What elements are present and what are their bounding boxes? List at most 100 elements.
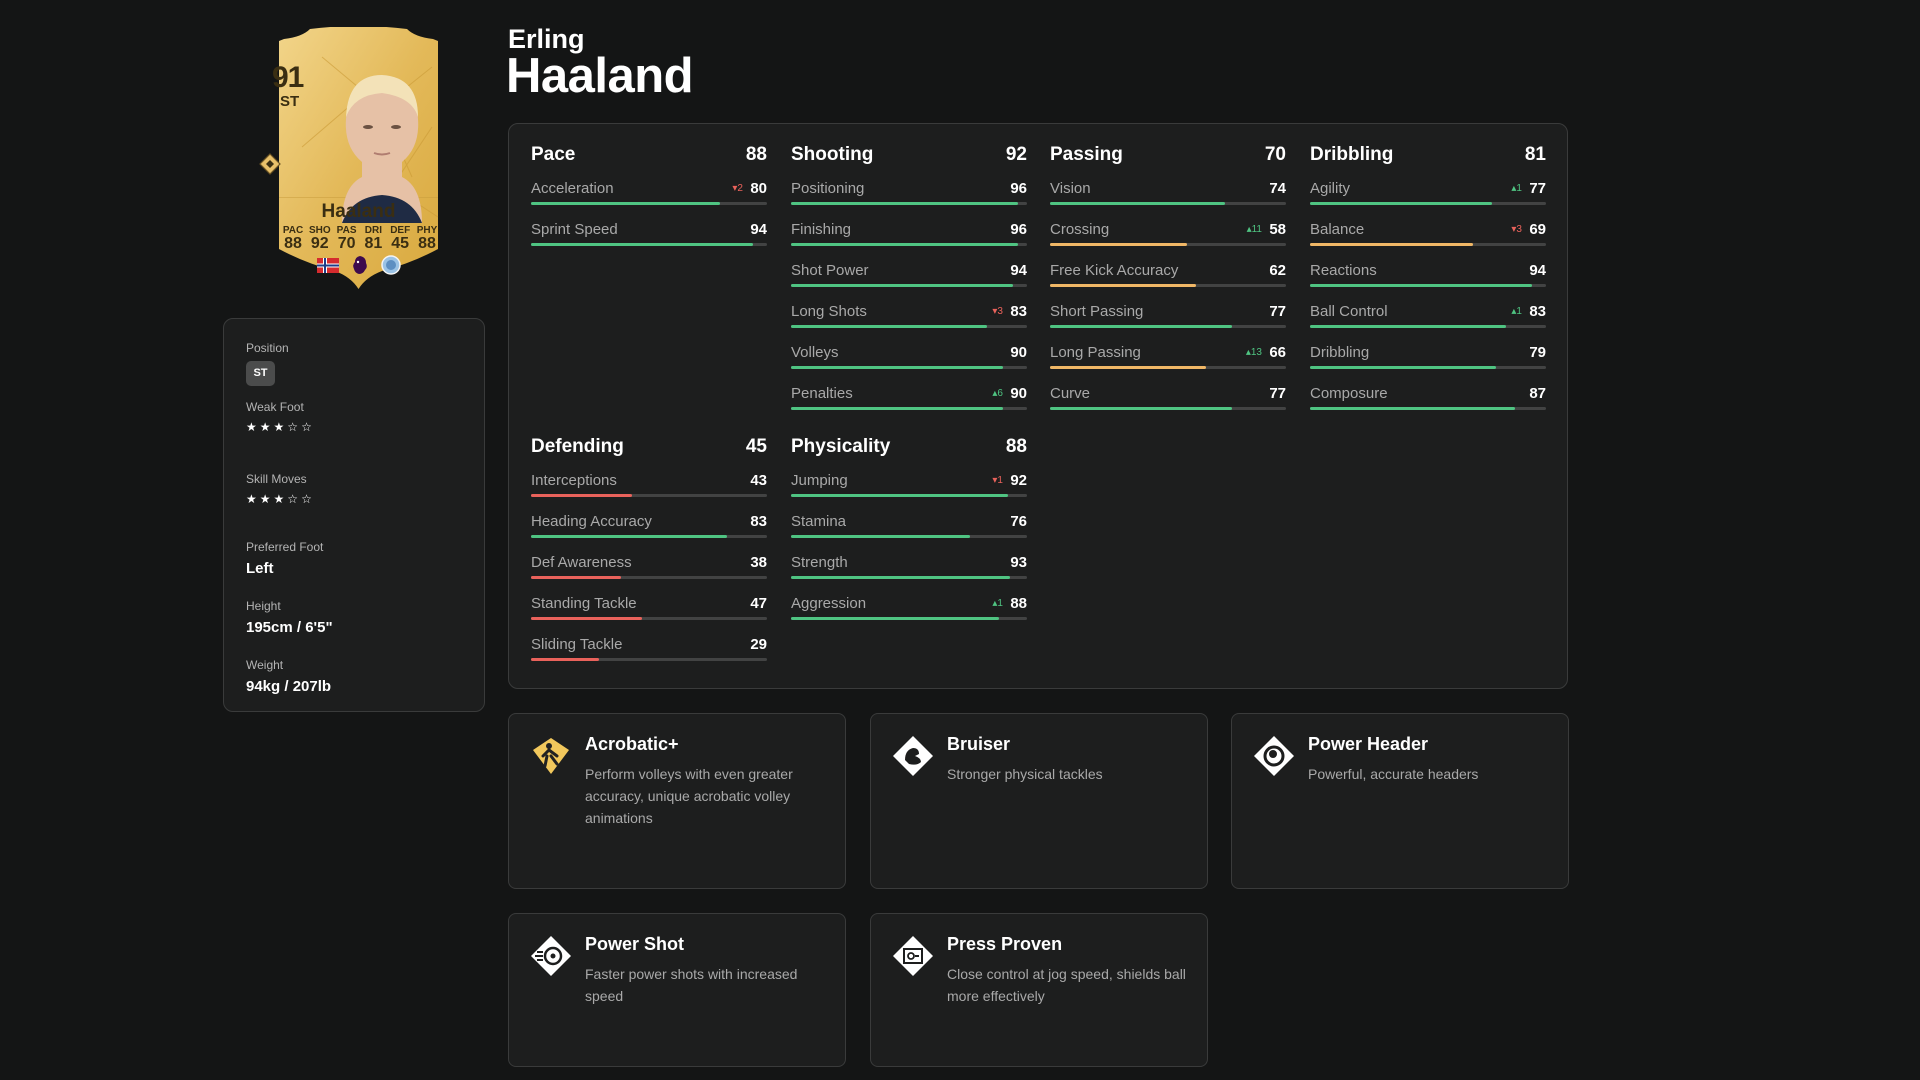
stat-bar-fill bbox=[1050, 366, 1206, 369]
stat-row: Balance 69 ▾3 bbox=[1310, 219, 1546, 260]
stat-name: Long Shots bbox=[791, 303, 867, 320]
stat-name: Short Passing bbox=[1050, 303, 1144, 320]
stat-bar-fill bbox=[791, 284, 1013, 287]
stat-bar bbox=[791, 325, 1027, 328]
stat-bar bbox=[1050, 407, 1286, 410]
star-empty-icon: ☆ bbox=[301, 492, 312, 506]
stat-name: Sprint Speed bbox=[531, 221, 618, 238]
stat-bar-fill bbox=[531, 494, 633, 497]
stat-bar-fill bbox=[791, 617, 999, 620]
position-label: Position bbox=[246, 341, 289, 355]
stat-row: Aggression 88 ▴1 bbox=[791, 593, 1027, 634]
stat-bar-fill bbox=[1310, 202, 1492, 205]
category-name: Pace bbox=[531, 144, 576, 165]
player-info-panel: Position ST Weak Foot ★ ★ ★ ☆ ☆ Skill Moves … bbox=[223, 318, 485, 712]
stat-row: Volleys 90 bbox=[791, 342, 1027, 383]
stat-row: Def Awareness 38 bbox=[531, 552, 767, 593]
stat-bar-fill bbox=[1310, 325, 1506, 328]
playstyle-description: Powerful, accurate headers bbox=[1308, 766, 1479, 782]
playstyle-card[interactable]: Press Proven Close control at jog speed, … bbox=[870, 913, 1208, 1067]
stat-row: Vision 74 bbox=[1050, 178, 1286, 219]
stat-value: 93 bbox=[1010, 554, 1027, 571]
stat-value: 90 bbox=[1010, 344, 1027, 361]
height-value: 195cm / 6'5" bbox=[246, 619, 333, 636]
card-position: ST bbox=[280, 93, 300, 110]
playstyle-title: Bruiser bbox=[947, 734, 1011, 754]
norway-flag-icon bbox=[316, 257, 339, 273]
stat-bar bbox=[531, 576, 767, 579]
skill-moves-label: Skill Moves bbox=[246, 472, 307, 486]
stat-bar-fill bbox=[531, 658, 600, 661]
stat-row: Long Passing 66 ▴13 bbox=[1050, 342, 1286, 383]
stat-name: Volleys bbox=[791, 344, 839, 361]
stat-value: 58 bbox=[1269, 221, 1286, 238]
stat-bar-fill bbox=[791, 243, 1018, 246]
stat-value: 76 bbox=[1010, 513, 1027, 530]
stat-bar bbox=[531, 202, 767, 205]
playstyle-description: Faster power shots with increased speed bbox=[585, 966, 798, 1004]
stat-row: Penalties 90 ▴6 bbox=[791, 383, 1027, 424]
card-stat-value: 88 bbox=[284, 235, 302, 252]
stat-name: Balance bbox=[1310, 221, 1365, 238]
stat-row: Crossing 58 ▴11 bbox=[1050, 219, 1286, 260]
stat-bar bbox=[1050, 284, 1286, 287]
stat-bar-fill bbox=[1310, 407, 1516, 410]
stat-name: Penalties bbox=[791, 385, 853, 402]
stat-bar bbox=[791, 576, 1027, 579]
stat-delta-down: ▾3 bbox=[1511, 224, 1522, 235]
stat-category-dribbling: Dribbling 81 Agility 77 ▴1 Balance 69 ▾3 Reactio… bbox=[1310, 144, 1546, 424]
stat-value: 77 bbox=[1529, 180, 1546, 197]
stat-bar bbox=[791, 202, 1027, 205]
stat-bar bbox=[531, 535, 767, 538]
card-stat: PAC 88 bbox=[280, 225, 306, 252]
stat-category-passing: Passing 70 Vision 74 Crossing 58 ▴11 Free Kick … bbox=[1050, 144, 1286, 424]
stat-bar-fill bbox=[1050, 284, 1197, 287]
card-player-name: Haaland bbox=[321, 201, 396, 222]
stat-category-shooting: Shooting 92 Positioning 96 Finishing 96 Shot P… bbox=[791, 144, 1027, 424]
card-stat: SHO 92 bbox=[307, 225, 333, 252]
stat-row: Positioning 96 bbox=[791, 178, 1027, 219]
stat-category-pace: Pace 88 Acceleration 80 ▾2 Sprint Speed 94 bbox=[531, 144, 767, 260]
stat-row: Shot Power 94 bbox=[791, 260, 1027, 301]
stat-name: Def Awareness bbox=[531, 554, 632, 571]
bruiser-icon bbox=[893, 736, 933, 776]
stat-bar bbox=[1050, 243, 1286, 246]
stat-value: 92 bbox=[1010, 472, 1027, 489]
stat-row: Free Kick Accuracy 62 bbox=[1050, 260, 1286, 301]
stat-bar bbox=[791, 617, 1027, 620]
stat-name: Interceptions bbox=[531, 472, 617, 489]
playstyle-description: Stronger physical tackles bbox=[947, 766, 1103, 782]
stat-row: Jumping 92 ▾1 bbox=[791, 470, 1027, 511]
card-stat: DEF 45 bbox=[387, 225, 413, 252]
player-card: 91 ST Haaland PAC 88 SHO 92 PAS 70 DRI 81 DE… bbox=[259, 27, 455, 293]
stat-row: Heading Accuracy 83 bbox=[531, 511, 767, 552]
stat-value: 47 bbox=[750, 595, 767, 612]
stat-value: 83 bbox=[1010, 303, 1027, 320]
detailed-stats-panel: Pace 88 Acceleration 80 ▾2 Sprint Speed 94 Shoo… bbox=[508, 123, 1568, 689]
category-header: Defending 45 bbox=[531, 436, 767, 470]
player-last-name: Haaland bbox=[506, 49, 694, 103]
playstyle-title: Power Header bbox=[1308, 734, 1429, 754]
star-empty-icon: ☆ bbox=[287, 492, 299, 506]
stat-value: 77 bbox=[1269, 385, 1286, 402]
stat-bar bbox=[1050, 202, 1286, 205]
stat-value: 94 bbox=[1010, 262, 1027, 279]
card-stat: PHY 88 bbox=[414, 225, 440, 252]
playstyle-card[interactable]: Power Header Powerful, accurate headers bbox=[1231, 713, 1569, 889]
playstyle-title: Power Shot bbox=[585, 934, 685, 954]
playstyle-card[interactable]: Acrobatic+ Perform volleys with even grea… bbox=[508, 713, 846, 889]
stat-category-physicality: Physicality 88 Jumping 92 ▾1 Stamina 76 Strengt… bbox=[791, 436, 1027, 634]
card-badges bbox=[262, 255, 455, 275]
category-header: Dribbling 81 bbox=[1310, 144, 1546, 178]
stat-name: Long Passing bbox=[1050, 344, 1141, 361]
stat-bar bbox=[1310, 407, 1546, 410]
playstyle-card[interactable]: Bruiser Stronger physical tackles bbox=[870, 713, 1208, 889]
stat-row: Composure 87 bbox=[1310, 383, 1546, 424]
preferred-foot-value: Left bbox=[246, 560, 274, 577]
weight-label: Weight bbox=[246, 658, 284, 672]
playstyle-card[interactable]: Power Shot Faster power shots with increa… bbox=[508, 913, 846, 1067]
stat-bar-fill bbox=[791, 535, 971, 538]
stat-bar bbox=[1310, 284, 1546, 287]
star-filled-icon: ★ bbox=[246, 492, 257, 506]
star-filled-icon: ★ bbox=[273, 492, 285, 506]
